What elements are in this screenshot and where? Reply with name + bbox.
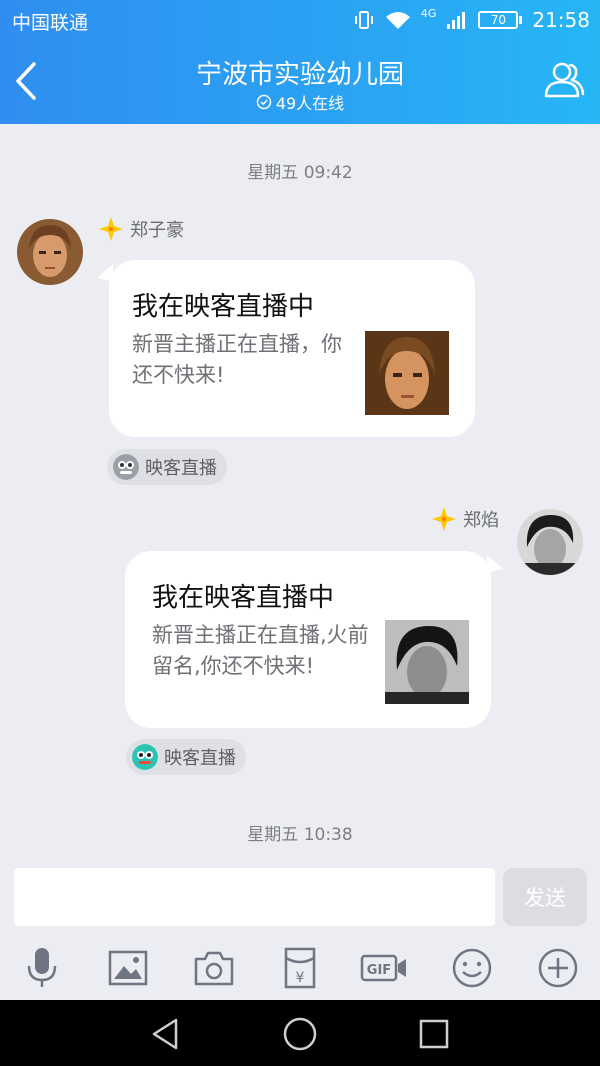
timestamp: 星期五 10:38 bbox=[247, 825, 353, 845]
online-count: 49人在线 bbox=[275, 94, 345, 113]
star-icon bbox=[99, 217, 123, 241]
status-icons: 4G 70 21:58 bbox=[353, 6, 590, 32]
chat-title: 宁波市实验幼儿园 bbox=[195, 60, 404, 90]
star-icon bbox=[432, 507, 456, 531]
avatar[interactable] bbox=[17, 219, 83, 285]
microphone-icon[interactable] bbox=[20, 946, 64, 990]
card-text: 新晋主播正在直播，你还不快来! bbox=[132, 332, 342, 387]
send-button[interactable]: 发送 bbox=[503, 868, 587, 926]
card-thumbnail bbox=[385, 620, 469, 704]
vibrate-icon bbox=[354, 11, 373, 29]
system-nav-bar bbox=[0, 1000, 600, 1066]
check-circle-icon bbox=[256, 94, 272, 110]
wifi-icon bbox=[385, 12, 410, 29]
input-toolbar: ¥ GIF bbox=[0, 936, 600, 1000]
clock: 21:58 bbox=[532, 8, 590, 32]
status-bar: 中国联通 4G 70 21:58 bbox=[0, 0, 600, 40]
avatar[interactable] bbox=[517, 509, 583, 575]
inke-logo-icon bbox=[132, 744, 158, 770]
battery-level: 70 bbox=[478, 11, 519, 29]
back-key-icon[interactable] bbox=[146, 1014, 186, 1054]
camera-icon[interactable] bbox=[192, 946, 236, 990]
nav-bar: 宁波市实验幼儿园 49人在线 bbox=[0, 40, 600, 124]
sender-name: 郑焰 bbox=[463, 510, 499, 531]
network-type: 4G bbox=[420, 6, 437, 20]
online-status: 49人在线 bbox=[0, 90, 600, 114]
share-card[interactable]: 我在映客直播中 新晋主播正在直播，你还不快来! bbox=[97, 260, 475, 437]
emoji-icon[interactable] bbox=[450, 946, 494, 990]
gif-icon[interactable]: GIF bbox=[360, 946, 408, 990]
sender: 郑焰 bbox=[431, 506, 499, 532]
bubble-tail bbox=[97, 264, 113, 282]
carrier-label: 中国联通 bbox=[12, 12, 89, 34]
sender: 郑子豪 bbox=[98, 216, 184, 242]
recents-key-icon[interactable] bbox=[414, 1014, 454, 1054]
input-bar: 发送 bbox=[0, 858, 600, 936]
card-text: 新晋主播正在直播,火前留名,你还不快来! bbox=[152, 623, 369, 678]
share-card[interactable]: 我在映客直播中 新晋主播正在直播,火前留名,你还不快来! bbox=[125, 551, 503, 728]
inke-logo-icon bbox=[113, 454, 139, 480]
top-bar: 中国联通 4G 70 21:58 宁波市实验幼儿园 49人在线 bbox=[0, 0, 600, 124]
card-title: 我在映客直播中 bbox=[132, 292, 315, 322]
battery-icon: 70 bbox=[478, 11, 523, 29]
bubble-tail bbox=[487, 555, 503, 573]
red-packet-icon[interactable]: ¥ bbox=[278, 946, 322, 990]
signal-icon bbox=[447, 12, 466, 29]
card-thumbnail bbox=[365, 331, 449, 415]
card-title: 我在映客直播中 bbox=[152, 583, 335, 613]
svg-text:¥: ¥ bbox=[296, 970, 305, 986]
timestamp: 星期五 09:42 bbox=[247, 163, 353, 183]
home-key-icon[interactable] bbox=[280, 1014, 320, 1054]
message-input[interactable] bbox=[14, 868, 495, 926]
image-icon[interactable] bbox=[106, 946, 150, 990]
source-label: 映客直播 bbox=[164, 748, 236, 769]
sender-name: 郑子豪 bbox=[130, 220, 184, 241]
source-tag[interactable]: 映客直播 bbox=[107, 449, 227, 485]
source-tag[interactable]: 映客直播 bbox=[126, 739, 246, 775]
svg-text:GIF: GIF bbox=[367, 963, 391, 978]
plus-icon[interactable] bbox=[536, 946, 580, 990]
group-members-icon[interactable] bbox=[542, 58, 586, 102]
source-label: 映客直播 bbox=[145, 458, 217, 479]
